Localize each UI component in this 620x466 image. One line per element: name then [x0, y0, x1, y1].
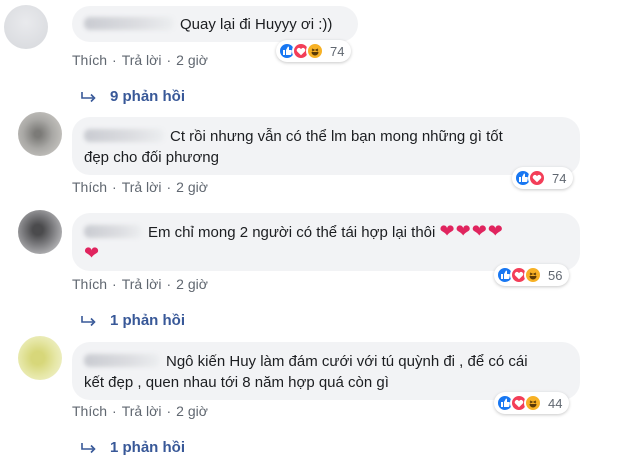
comment-bubble: Ct rồi nhưng vẫn có thể lm bạn mong nhữn…: [72, 117, 580, 175]
replies-label: 1 phản hồi: [110, 312, 185, 329]
view-replies-button[interactable]: 9 phản hồi: [80, 88, 185, 105]
comment-text-line-1: Ct rồi nhưng vẫn có thể lm bạn mong nhữn…: [170, 128, 503, 145]
separator-dot: ·: [166, 276, 172, 292]
like-link[interactable]: Thích: [72, 179, 107, 195]
haha-icon: [306, 42, 324, 60]
reaction-count: 56: [548, 267, 563, 283]
like-link[interactable]: Thích: [72, 276, 107, 292]
comment-actions: Thích · Trả lời · 2 giờ: [72, 403, 208, 419]
comment-text-line-1: Em chỉ mong 2 người có thể tái hợp lại t…: [148, 224, 436, 241]
reaction-summary[interactable]: 74: [512, 167, 574, 189]
reply-link[interactable]: Trả lời: [122, 403, 162, 419]
replies-label: 9 phản hồi: [110, 88, 185, 105]
blurred-author-name[interactable]: [84, 129, 164, 142]
comment-bubble: Em chỉ mong 2 người có thể tái hợp lại t…: [72, 213, 580, 271]
comment-text-line-2: đẹp cho đối phương: [84, 149, 219, 166]
like-link[interactable]: Thích: [72, 403, 107, 419]
separator-dot: ·: [166, 52, 172, 68]
reaction-count: 74: [552, 170, 567, 186]
reaction-summary[interactable]: 56: [494, 264, 570, 286]
heart-emojis: ❤❤❤❤: [439, 221, 504, 241]
avatar[interactable]: [18, 210, 62, 254]
reply-arrow-icon: [80, 90, 98, 104]
reaction-summary[interactable]: 74: [276, 40, 352, 62]
avatar[interactable]: [18, 336, 62, 380]
haha-icon: [524, 394, 542, 412]
separator-dot: ·: [112, 403, 117, 419]
separator-dot: ·: [166, 403, 172, 419]
separator-dot: ·: [112, 276, 117, 292]
comment-actions: Thích · Trả lời · 2 giờ: [72, 179, 208, 195]
timestamp-link[interactable]: 2 giờ: [176, 276, 208, 292]
separator-dot: ·: [112, 52, 117, 68]
comment-text-line-2: kết đẹp , quen nhau tới 8 năm hợp quá cò…: [84, 374, 389, 391]
timestamp-link[interactable]: 2 giờ: [176, 403, 208, 419]
reply-arrow-icon: [80, 314, 98, 328]
view-replies-button[interactable]: 1 phản hồi: [80, 312, 185, 329]
blurred-author-name[interactable]: [84, 17, 174, 30]
comment-text: Quay lại đi Huyyy ơi :)): [180, 16, 333, 33]
haha-icon: [524, 266, 542, 284]
view-replies-button[interactable]: 1 phản hồi: [80, 439, 185, 456]
reply-link[interactable]: Trả lời: [122, 276, 162, 292]
timestamp-link[interactable]: 2 giờ: [176, 179, 208, 195]
comment-actions: Thích · Trả lời · 2 giờ: [72, 52, 208, 68]
reply-link[interactable]: Trả lời: [122, 52, 162, 68]
comment-actions: Thích · Trả lời · 2 giờ: [72, 276, 208, 292]
blurred-author-name[interactable]: [84, 354, 160, 367]
comment-text-line-1: Ngô kiến Huy làm đám cưới với tú quỳnh đ…: [166, 353, 528, 370]
reply-link[interactable]: Trả lời: [122, 179, 162, 195]
avatar[interactable]: [4, 5, 48, 49]
love-icon: [528, 169, 546, 187]
reply-arrow-icon: [80, 441, 98, 455]
replies-label: 1 phản hồi: [110, 439, 185, 456]
reaction-count: 74: [330, 43, 345, 59]
reaction-count: 44: [548, 395, 563, 411]
avatar[interactable]: [18, 112, 62, 156]
timestamp-link[interactable]: 2 giờ: [176, 52, 208, 68]
comment-bubble: Quay lại đi Huyyy ơi :)): [72, 6, 358, 42]
blurred-author-name[interactable]: [84, 225, 142, 238]
heart-emoji: ❤: [84, 243, 101, 263]
like-link[interactable]: Thích: [72, 52, 107, 68]
reaction-summary[interactable]: 44: [494, 392, 570, 414]
separator-dot: ·: [112, 179, 117, 195]
separator-dot: ·: [166, 179, 172, 195]
